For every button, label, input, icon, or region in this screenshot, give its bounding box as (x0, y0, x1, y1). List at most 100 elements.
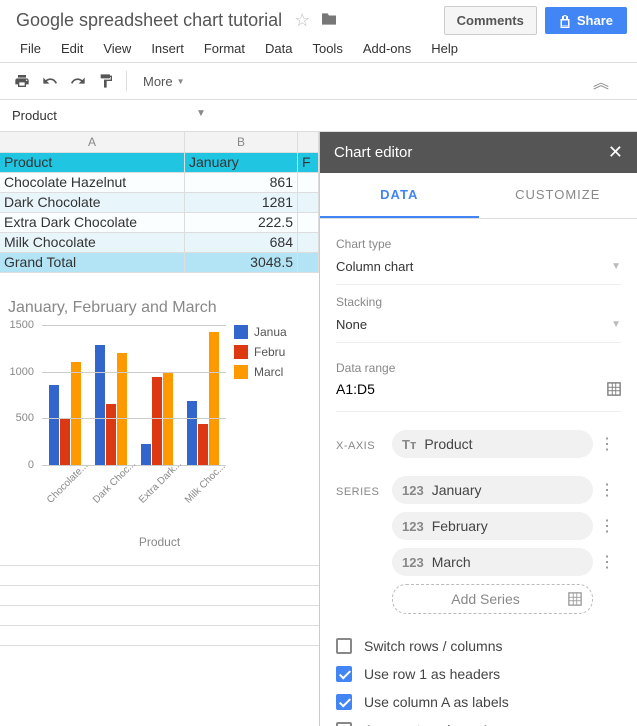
table-row[interactable]: Chocolate Hazelnut 861 (0, 173, 319, 193)
menu-view[interactable]: View (93, 35, 141, 62)
col-header-C[interactable] (298, 132, 319, 152)
cell[interactable]: 684 (185, 233, 298, 252)
table-row[interactable] (0, 586, 319, 606)
cell[interactable] (298, 173, 319, 192)
cell[interactable]: Extra Dark Chocolate (0, 213, 185, 232)
chart-title: January, February and March (8, 299, 311, 317)
x-axis-chip-label: Product (424, 436, 583, 452)
menu-edit[interactable]: Edit (51, 35, 93, 62)
paint-format-icon[interactable] (92, 67, 120, 95)
data-range-input[interactable] (336, 381, 607, 397)
close-icon[interactable]: ✕ (608, 142, 623, 163)
add-series-button[interactable]: Add Series (392, 584, 593, 614)
col-header-A[interactable]: A (0, 132, 185, 152)
number-type-icon: 123 (402, 555, 424, 570)
cell[interactable]: 861 (185, 173, 298, 192)
label-x-axis: X-AXIS (336, 430, 392, 458)
y-tick: 1500 (10, 319, 34, 331)
table-row[interactable]: Product January F (0, 153, 319, 173)
cell[interactable]: Chocolate Hazelnut (0, 173, 185, 192)
y-tick: 0 (28, 459, 34, 471)
bar (117, 353, 127, 465)
cell[interactable]: January (185, 153, 298, 172)
menu-insert[interactable]: Insert (141, 35, 194, 62)
series-chip[interactable]: 123 February (392, 512, 593, 540)
add-series-label: Add Series (403, 591, 568, 607)
tab-data[interactable]: DATA (320, 173, 479, 218)
series-chip[interactable]: 123 January (392, 476, 593, 504)
bar (187, 401, 197, 465)
legend-item: Janua (234, 325, 287, 339)
number-type-icon: 123 (402, 483, 424, 498)
more-vert-icon[interactable]: ⋮ (593, 516, 621, 536)
cell[interactable]: 222.5 (185, 213, 298, 232)
cell[interactable]: Product (0, 153, 185, 172)
check-colA-labels[interactable]: Use column A as labels (336, 688, 621, 716)
menu-tools[interactable]: Tools (302, 35, 352, 62)
table-row[interactable] (0, 626, 319, 646)
x-axis-chip[interactable]: Tᴛ Product (392, 430, 593, 458)
name-box[interactable]: Product (8, 104, 88, 127)
table-row[interactable]: Extra Dark Chocolate 222.5 (0, 213, 319, 233)
bar (141, 444, 151, 465)
bar (106, 404, 116, 465)
table-row[interactable] (0, 566, 319, 586)
check-row1-headers[interactable]: Use row 1 as headers (336, 660, 621, 688)
redo-icon[interactable] (64, 67, 92, 95)
more-vert-icon[interactable]: ⋮ (593, 552, 621, 572)
folder-icon[interactable] (320, 10, 338, 31)
more-vert-icon[interactable]: ⋮ (593, 434, 621, 454)
cell[interactable] (298, 253, 319, 272)
more-vert-icon[interactable]: ⋮ (593, 480, 621, 500)
namebox-dropdown-icon[interactable]: ▼ (196, 108, 206, 119)
chevron-down-icon: ▼ (611, 319, 621, 330)
check-switch-rows-cols[interactable]: Switch rows / columns (336, 632, 621, 660)
menu-addons[interactable]: Add-ons (353, 35, 421, 62)
print-icon[interactable] (8, 67, 36, 95)
checkbox-icon (336, 666, 352, 682)
bar (198, 424, 208, 465)
cell[interactable] (298, 213, 319, 232)
label-chart-type: Chart type (336, 237, 621, 251)
comments-button[interactable]: Comments (444, 6, 537, 35)
col-header-B[interactable]: B (185, 132, 298, 152)
menu-file[interactable]: File (10, 35, 51, 62)
legend-item: Febru (234, 345, 287, 359)
cell[interactable]: Dark Chocolate (0, 193, 185, 212)
select-range-icon[interactable] (607, 382, 621, 396)
cell[interactable] (298, 233, 319, 252)
menu-data[interactable]: Data (255, 35, 302, 62)
stacking-value: None (336, 317, 367, 332)
collapse-toolbar-icon[interactable]: ︽ (593, 69, 609, 93)
series-chip[interactable]: 123 March (392, 548, 593, 576)
bar (95, 345, 105, 465)
toolbar: More ︽ (0, 63, 637, 100)
check-aggregate-colA[interactable]: Aggregate column A (336, 716, 621, 726)
menu-help[interactable]: Help (421, 35, 468, 62)
embedded-chart[interactable]: January, February and March 050010001500… (0, 291, 319, 557)
cell[interactable]: F (298, 153, 319, 172)
series-chip-label: January (432, 482, 583, 498)
editor-title: Chart editor (334, 144, 412, 161)
share-button[interactable]: Share (545, 7, 627, 34)
cell[interactable] (298, 193, 319, 212)
star-icon[interactable]: ☆ (294, 10, 310, 31)
menu-format[interactable]: Format (194, 35, 255, 62)
cell[interactable]: Milk Chocolate (0, 233, 185, 252)
more-button[interactable]: More (133, 70, 195, 93)
table-row[interactable]: Grand Total 3048.5 (0, 253, 319, 273)
table-row[interactable]: Dark Chocolate 1281 (0, 193, 319, 213)
cell[interactable]: 3048.5 (185, 253, 298, 272)
doc-title[interactable]: Google spreadsheet chart tutorial (10, 6, 288, 35)
chart-type-select[interactable]: Column chart ▼ (336, 251, 621, 285)
table-row[interactable]: Milk Chocolate 684 (0, 233, 319, 253)
label-stacking: Stacking (336, 295, 621, 309)
bar (152, 377, 162, 465)
table-row[interactable] (0, 606, 319, 626)
undo-icon[interactable] (36, 67, 64, 95)
cell[interactable]: 1281 (185, 193, 298, 212)
share-button-label: Share (577, 13, 613, 28)
stacking-select[interactable]: None ▼ (336, 309, 621, 343)
cell[interactable]: Grand Total (0, 253, 185, 272)
tab-customize[interactable]: CUSTOMIZE (479, 173, 637, 218)
